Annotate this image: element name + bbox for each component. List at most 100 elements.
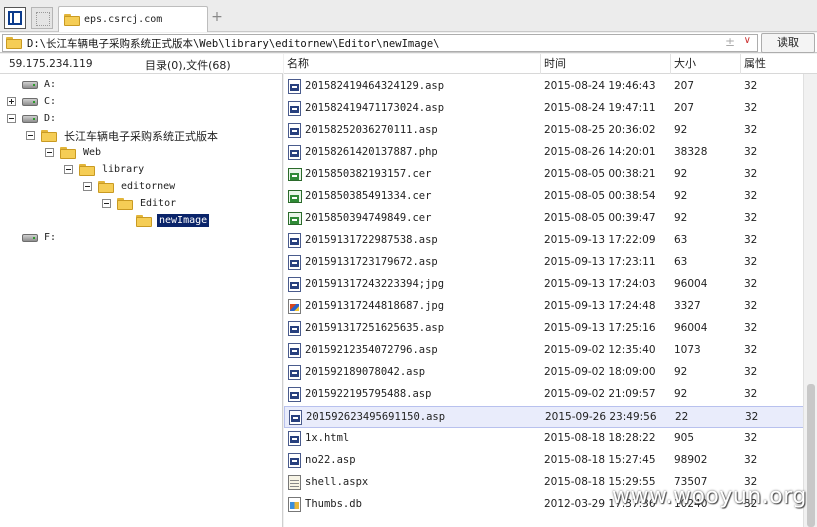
asp-file-icon [288, 387, 301, 402]
file-attr: 32 [744, 454, 758, 466]
tree-item-drive-c[interactable]: C: [7, 93, 58, 110]
asp-file-icon [288, 101, 301, 116]
tree-item-drive-d[interactable]: D: [7, 110, 58, 127]
tree-label: library [102, 164, 145, 175]
file-time: 2015-08-25 20:36:02 [544, 124, 656, 136]
file-size: 92 [674, 168, 688, 180]
file-name: 201582419471173024.asp [305, 102, 445, 114]
file-size: 22 [675, 411, 689, 423]
tree-item-newimage[interactable]: newImage [121, 212, 210, 229]
collapse-icon[interactable] [102, 199, 111, 208]
chevron-down-icon[interactable]: ∨ [744, 35, 751, 46]
tree-label: F: [44, 232, 57, 243]
tree-label: editornew [121, 181, 176, 192]
file-name: 2015850382193157.cer [305, 168, 432, 180]
file-name: 20159221957954­88.asp [305, 388, 432, 400]
blank-tab-icon[interactable] [31, 7, 53, 29]
asp-file-icon [288, 321, 301, 336]
file-time: 2015-08-24 19:47:11 [544, 102, 656, 114]
file-row[interactable]: 2015850385491334.cer 2015-08-05 00:38:54 9… [284, 186, 804, 208]
file-name: 20159131723179672.asp [305, 256, 438, 268]
file-row[interactable]: 2015850394749849.cer 2015-08-05 00:39:47 9… [284, 208, 804, 230]
file-row[interactable]: 20159131722987538.asp 2015-09-13 17:22:09… [284, 230, 804, 252]
file-row[interactable]: 20158252036270111.asp 2015-08-25 20:36:02… [284, 120, 804, 142]
file-attr: 32 [744, 102, 758, 114]
file-time: 2015-08-05 00:39:47 [544, 212, 656, 224]
tab-site[interactable]: eps.csrcj.com [58, 6, 208, 32]
tree-item-root-folder[interactable]: 长江车辆电子采购系统正式版本 [26, 127, 220, 144]
panel-toggle-icon[interactable] [4, 7, 26, 29]
column-attr[interactable]: 属性 [741, 54, 803, 74]
file-time: 2015-09-13 17:25:16 [544, 322, 656, 334]
tree-item-web[interactable]: Web [45, 144, 103, 161]
file-row[interactable]: 201591317244818687.jpg 2015-09-13 17:24:4… [284, 296, 804, 318]
tree-item-editor[interactable]: Editor [102, 195, 178, 212]
file-attr: 32 [744, 278, 758, 290]
file-row[interactable]: 2015850382193157.cer 2015-08-05 00:38:21 9… [284, 164, 804, 186]
tree-label: 长江车辆电子采购系统正式版本 [64, 129, 218, 143]
file-size: 207 [674, 102, 695, 114]
file-attr: 32 [744, 80, 758, 92]
file-row[interactable]: 201582419464324129.asp 2015-08-24 19:46:4… [284, 76, 804, 98]
collapse-icon[interactable] [64, 165, 73, 174]
collapse-icon[interactable] [83, 182, 92, 191]
read-button[interactable]: 读取 [761, 33, 815, 53]
tree-item-drive-f[interactable]: F: [7, 229, 58, 246]
file-row[interactable]: 20159218907804­2.asp 2015-09-02 18:09:00 9… [284, 362, 804, 384]
file-row[interactable]: 201591317243223394;jpg 2015-09-13 17:24:0… [284, 274, 804, 296]
file-size: 92 [674, 124, 688, 136]
file-row[interactable]: 20158261420137887.php 2015-08-26 14:20:01… [284, 142, 804, 164]
jpg-file-icon [288, 299, 301, 314]
file-name: 201582419464324129.asp [305, 80, 445, 92]
file-list-header: 名称 时间 大小 属性 [284, 54, 817, 74]
file-size: 905 [674, 432, 695, 444]
tree-item-editornew[interactable]: editornew [83, 178, 177, 195]
path-input[interactable]: D:\长江车辆电子采购系统正式版本\Web\library\editornew\… [2, 34, 758, 52]
file-row[interactable]: 20159212354072796.asp 2015-09-02 12:35:40… [284, 340, 804, 362]
file-size: 96004 [674, 278, 708, 290]
collapse-icon[interactable] [26, 131, 35, 140]
file-size: 3327 [674, 300, 701, 312]
asp-file-icon [288, 365, 301, 380]
tree-item-drive-a[interactable]: A: [7, 76, 58, 93]
column-time[interactable]: 时间 [541, 54, 671, 74]
plus-minus-icon[interactable]: ± [725, 35, 735, 49]
file-row[interactable]: 20159221957954­88.asp 2015-09-02 21:09:57… [284, 384, 804, 406]
file-name: 20159131722987538.asp [305, 234, 438, 246]
asp-file-icon [288, 255, 301, 270]
file-time: 2015-09-13 17:23:11 [544, 256, 656, 268]
server-ip: 59.175.234.119 [9, 58, 93, 70]
file-attr: 32 [744, 190, 758, 202]
tab-bar: eps.csrcj.com + [0, 0, 817, 32]
folder-icon [79, 163, 95, 176]
file-attr: 32 [744, 344, 758, 356]
file-name: 201591317243223394;jpg [305, 278, 445, 290]
file-row[interactable]: 20159131723179672.asp 2015-09-13 17:23:11… [284, 252, 804, 274]
collapse-icon[interactable] [7, 114, 16, 123]
file-row[interactable]: 201591317251625635.asp 2015-09-13 17:25:1… [284, 318, 804, 340]
file-size: 63 [674, 256, 688, 268]
file-attr: 32 [744, 300, 758, 312]
file-name: 2015850385491334.cer [305, 190, 432, 202]
file-attr: 32 [745, 411, 759, 423]
new-tab-button[interactable]: + [210, 8, 224, 26]
folder-icon [98, 180, 114, 193]
file-name: 2015850394749849.cer [305, 212, 432, 224]
file-row[interactable]: no22.asp 2015-08-18 15:27:45 98902 32 [284, 450, 804, 472]
file-row[interactable]: 1x.html 2015-08-18 18:28:22 905 32 [284, 428, 804, 450]
column-size[interactable]: 大小 [671, 54, 741, 74]
file-size: 92 [674, 366, 688, 378]
file-row[interactable]: 201582419471173024.asp 2015-08-24 19:47:1… [284, 98, 804, 120]
column-name[interactable]: 名称 [284, 54, 541, 74]
address-bar: D:\长江车辆电子采购系统正式版本\Web\library\editornew\… [0, 33, 817, 53]
expand-icon[interactable] [7, 97, 16, 106]
scrollbar-thumb[interactable] [807, 384, 815, 527]
tree-label: C: [44, 96, 57, 107]
file-size: 1073 [674, 344, 701, 356]
vertical-scrollbar[interactable] [803, 74, 817, 527]
file-row[interactable]: 201592623495691150.asp 2015-09-26 23:49:5… [284, 406, 804, 428]
file-time: 2015-09-13 17:22:09 [544, 234, 656, 246]
collapse-icon[interactable] [45, 148, 54, 157]
drive-icon [22, 114, 38, 123]
tree-item-library[interactable]: library [64, 161, 146, 178]
